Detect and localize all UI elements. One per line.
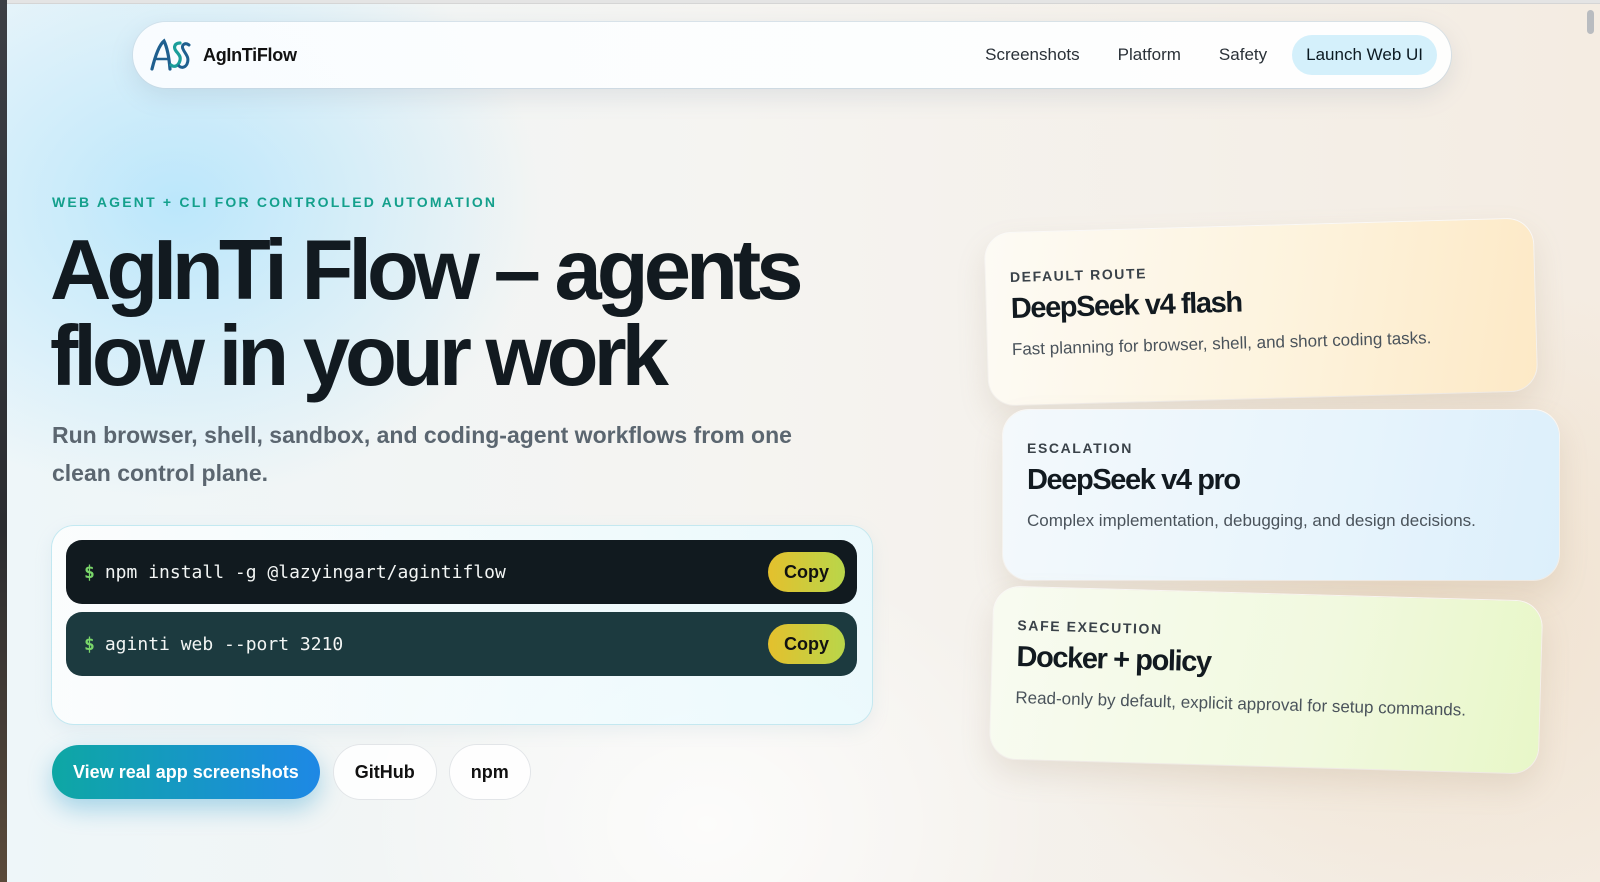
launch-web-ui-button[interactable]: Launch Web UI bbox=[1292, 35, 1437, 75]
npm-button[interactable]: npm bbox=[449, 745, 530, 799]
card-title: Docker + policy bbox=[1016, 641, 1212, 679]
copy-install-button[interactable]: Copy bbox=[768, 552, 845, 592]
github-button[interactable]: GitHub bbox=[333, 745, 436, 799]
hero-subhead: Run browser, shell, sandbox, and coding-… bbox=[52, 422, 792, 486]
headline-line-2: flow in your work bbox=[50, 309, 669, 404]
card-description: Fast planning for browser, shell, and sh… bbox=[1011, 328, 1432, 359]
card-title: DeepSeek v4 flash bbox=[1010, 286, 1243, 325]
page: AgInTiFlow Screenshots Platform Safety L… bbox=[7, 4, 1600, 882]
nav-link-safety[interactable]: Safety bbox=[1206, 35, 1280, 75]
nav-links: Screenshots Platform Safety Launch Web U… bbox=[972, 35, 1437, 75]
brand-name: AgInTiFlow bbox=[203, 44, 297, 65]
command-text: aginti web --port 3210 bbox=[104, 633, 344, 655]
copy-run-button[interactable]: Copy bbox=[768, 624, 845, 664]
scrollbar-thumb[interactable] bbox=[1587, 10, 1594, 34]
hero-eyebrow: WEB AGENT + CLI FOR CONTROLLED AUTOMATIO… bbox=[52, 194, 498, 210]
window-edge bbox=[0, 0, 7, 882]
brand-logo-icon bbox=[149, 37, 191, 73]
nav-link-platform[interactable]: Platform bbox=[1105, 35, 1194, 75]
view-screenshots-button[interactable]: View real app screenshots bbox=[52, 745, 320, 799]
headline-line-1: AgInTi Flow – agents bbox=[50, 223, 804, 318]
command-text: npm install -g @lazyingart/agintiflow bbox=[104, 561, 506, 583]
command-prompt: $ bbox=[84, 633, 95, 655]
nav-link-screenshots[interactable]: Screenshots bbox=[972, 35, 1093, 75]
run-command: $ aginti web --port 3210 Copy bbox=[66, 612, 857, 676]
card-label: ESCALATION bbox=[1027, 440, 1133, 456]
card-escalation: ESCALATION DeepSeek v4 pro Complex imple… bbox=[1003, 410, 1559, 580]
hero-headline: AgInTi Flow – agents flow in your work bbox=[50, 228, 890, 400]
card-title: DeepSeek v4 pro bbox=[1027, 464, 1241, 496]
cta-row: View real app screenshots GitHub npm bbox=[52, 745, 530, 799]
card-description: Read-only by default, explicit approval … bbox=[1015, 688, 1467, 720]
top-nav: AgInTiFlow Screenshots Platform Safety L… bbox=[133, 22, 1451, 88]
brand[interactable]: AgInTiFlow bbox=[149, 37, 297, 73]
install-command: $ npm install -g @lazyingart/agintiflow … bbox=[66, 540, 857, 604]
card-description: Complex implementation, debugging, and d… bbox=[1027, 511, 1476, 530]
command-prompt: $ bbox=[84, 561, 95, 583]
card-safe-execution: SAFE EXECUTION Docker + policy Read-only… bbox=[989, 586, 1543, 774]
command-panel: $ npm install -g @lazyingart/agintiflow … bbox=[52, 526, 872, 724]
card-default-route: DEFAULT ROUTE DeepSeek v4 flash Fast pla… bbox=[984, 218, 1538, 406]
